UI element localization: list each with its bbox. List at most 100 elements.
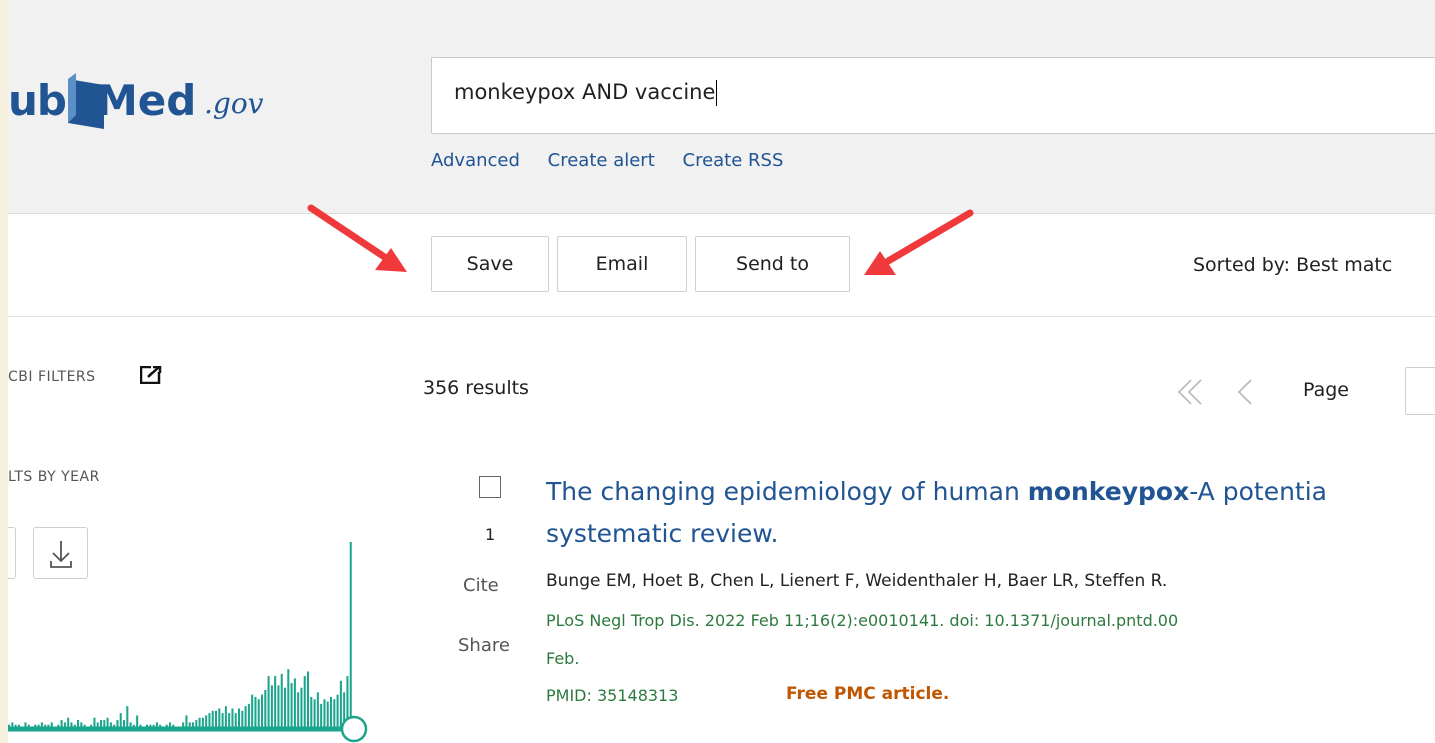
year-bar xyxy=(303,676,306,728)
year-bar xyxy=(257,699,260,727)
free-pmc-badge[interactable]: Free PMC article. xyxy=(786,684,949,704)
year-bar xyxy=(60,720,63,727)
year-bar xyxy=(40,722,43,728)
year-bar xyxy=(169,722,172,728)
year-bar xyxy=(155,722,158,728)
result-citation-cont: Feb. xyxy=(546,649,580,668)
year-bar xyxy=(297,692,300,727)
year-bar xyxy=(238,708,241,727)
prev-page-icon[interactable] xyxy=(1233,377,1263,407)
title-part: -A potentia xyxy=(1189,477,1327,506)
year-bar xyxy=(349,542,352,727)
year-bar xyxy=(185,715,188,727)
year-bar xyxy=(182,722,185,728)
page-number-input[interactable] xyxy=(1405,367,1435,415)
year-bar xyxy=(201,717,204,727)
year-bar xyxy=(336,694,339,728)
year-bar xyxy=(109,722,112,728)
pagination: Page xyxy=(1173,367,1435,417)
year-bar xyxy=(264,690,267,727)
create-rss-link[interactable]: Create RSS xyxy=(683,150,784,171)
year-bar xyxy=(293,678,296,727)
year-bar xyxy=(287,669,290,727)
year-bar xyxy=(221,713,224,728)
year-bar xyxy=(195,720,198,727)
year-bar xyxy=(63,722,66,728)
year-bar xyxy=(316,692,319,727)
result-checkbox[interactable] xyxy=(479,476,501,498)
year-bar xyxy=(215,710,218,727)
year-bar xyxy=(274,676,277,728)
year-bar xyxy=(50,722,53,728)
logo-text-gov: .gov xyxy=(204,87,264,120)
email-button[interactable]: Email xyxy=(557,236,687,292)
year-bar xyxy=(80,722,83,728)
create-alert-link[interactable]: Create alert xyxy=(548,150,655,171)
year-bar xyxy=(307,671,310,727)
logo-text-ub: ub xyxy=(8,76,67,125)
search-links: Advanced Create alert Create RSS xyxy=(431,150,805,171)
title-highlight: monkeypox xyxy=(1027,477,1190,506)
year-bar xyxy=(198,717,201,727)
year-bar xyxy=(290,683,293,727)
year-bar xyxy=(11,722,14,728)
year-bar xyxy=(267,676,270,728)
year-bar xyxy=(136,715,139,727)
result-citation: PLoS Negl Trop Dis. 2022 Feb 11;16(2):e0… xyxy=(546,611,1179,630)
year-bar xyxy=(106,717,109,727)
red-arrow-left-icon xyxy=(307,204,407,272)
year-bar xyxy=(320,703,323,728)
year-bar xyxy=(251,694,254,728)
year-bar xyxy=(70,722,73,728)
sidebar: CBI FILTERS LTS BY YEAR xyxy=(8,320,408,743)
year-bar xyxy=(211,710,214,727)
result-title-link[interactable]: The changing epidemiology of human monke… xyxy=(546,471,1435,555)
year-bar xyxy=(313,699,316,727)
share-button[interactable]: Share xyxy=(458,635,510,656)
send-to-button[interactable]: Send to xyxy=(695,236,850,292)
title-part: systematic review. xyxy=(546,519,779,548)
red-arrow-right-icon xyxy=(864,209,974,275)
year-bar xyxy=(123,720,126,727)
result-pmid: PMID: 35148313 xyxy=(546,686,679,705)
title-part: The changing epidemiology of human xyxy=(546,477,1028,506)
year-bar xyxy=(277,685,280,728)
year-range-handle[interactable] xyxy=(340,715,368,743)
search-input[interactable]: monkeypox AND vaccine xyxy=(431,57,1435,134)
year-bar xyxy=(24,722,27,728)
sort-dropdown[interactable]: Sorted by: Best matc xyxy=(1193,254,1392,276)
year-bar xyxy=(208,713,211,728)
year-bar xyxy=(333,699,336,727)
year-bar xyxy=(330,696,333,727)
year-bar xyxy=(116,720,119,727)
year-bar xyxy=(188,722,191,728)
year-bar xyxy=(270,685,273,728)
ncbi-filters-title[interactable]: CBI FILTERS xyxy=(8,369,96,385)
first-page-icon[interactable] xyxy=(1173,377,1213,407)
year-bar xyxy=(192,722,195,728)
year-bar xyxy=(224,706,227,727)
action-bar: Save Email Send to Sorted by: Best matc xyxy=(8,214,1435,317)
year-bar xyxy=(326,701,329,727)
results-by-year-title: LTS BY YEAR xyxy=(8,469,100,485)
year-bar xyxy=(103,720,106,727)
year-bar xyxy=(310,696,313,727)
advanced-link[interactable]: Advanced xyxy=(431,150,520,171)
header: ub Med .gov monkeypox AND vaccine Advanc… xyxy=(8,0,1435,214)
year-bar xyxy=(280,673,283,727)
external-link-icon[interactable] xyxy=(140,366,162,384)
results-by-year-chart[interactable] xyxy=(8,530,408,743)
year-bar xyxy=(323,699,326,727)
year-bar xyxy=(241,710,244,727)
year-bar xyxy=(231,708,234,727)
page: ub Med .gov monkeypox AND vaccine Advanc… xyxy=(8,0,1435,743)
save-button[interactable]: Save xyxy=(431,236,549,292)
year-bar xyxy=(339,680,342,727)
year-bar xyxy=(261,694,264,728)
year-bar xyxy=(119,713,122,728)
year-bar xyxy=(254,696,257,727)
year-bar xyxy=(205,715,208,727)
year-bar xyxy=(96,722,99,728)
year-bar xyxy=(100,720,103,727)
cite-button[interactable]: Cite xyxy=(463,575,499,596)
